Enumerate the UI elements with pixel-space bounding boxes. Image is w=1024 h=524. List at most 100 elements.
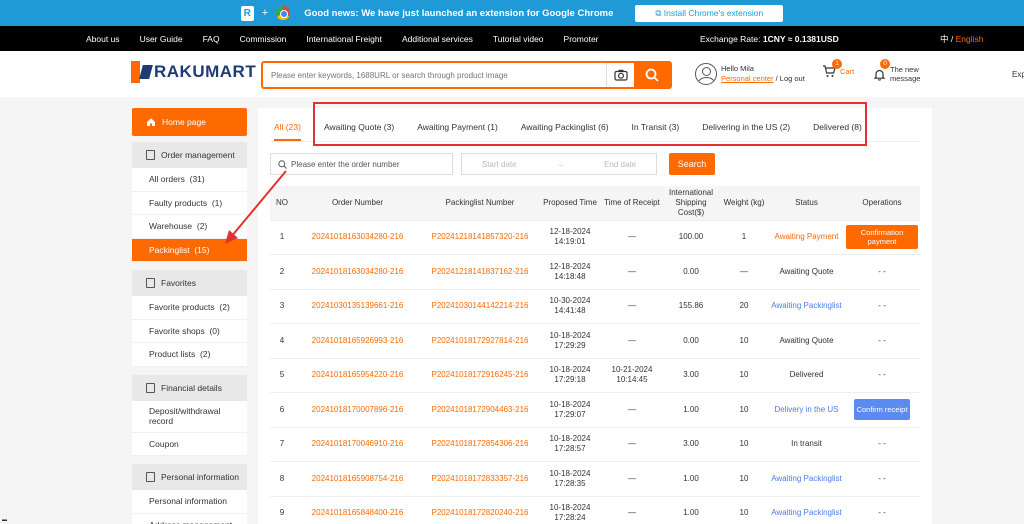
home-icon — [147, 118, 155, 126]
tab-awaiting-packinglist[interactable]: Awaiting Packinglist (6) — [521, 122, 609, 132]
sidebar-item-all-orders[interactable]: All orders (31) — [132, 168, 247, 192]
bell-icon — [873, 69, 886, 81]
tab-all[interactable]: All (23) — [274, 122, 301, 141]
order-number-link[interactable]: 20241018165908754-216 — [294, 461, 421, 497]
heart-icon — [146, 278, 155, 288]
order-number-link[interactable]: 20241018170046910-216 — [294, 427, 421, 462]
logout-link[interactable]: / Log out — [774, 74, 805, 83]
language-switch[interactable]: 中 / English — [940, 33, 984, 45]
sidebar-item-favorite-shops[interactable]: Favorite shops (0) — [132, 319, 247, 343]
operations-cell: - - — [844, 427, 920, 462]
no-operation: - - — [878, 473, 886, 483]
sidebar-section-order-management: Order management — [132, 142, 247, 168]
order-number-link[interactable]: 20241018165848400-216 — [294, 496, 421, 524]
sidebar-item-personal-information[interactable]: Personal information — [132, 490, 247, 514]
packinglist-number-link[interactable]: P20241018172854306-216 — [421, 427, 539, 462]
sidebar-item-address-management[interactable]: Address management — [132, 513, 247, 524]
cart-label: Cart — [840, 67, 855, 76]
nav-link-commission[interactable]: Commission — [240, 34, 287, 44]
packinglist-number-link[interactable]: P202412181418573​20-216 — [421, 220, 539, 255]
order-number-link[interactable]: 20241018163034280-216 — [294, 254, 421, 290]
order-number-link[interactable]: 202410181630342​80-216 — [294, 220, 421, 255]
sidebar-item-deposit-withdrawal-record[interactable]: Deposit/withdrawal record — [132, 400, 247, 433]
sidebar-home-button[interactable]: Home page — [132, 108, 247, 136]
packinglist-number-link[interactable]: P20241218141837162-216 — [421, 254, 539, 290]
order-number-link[interactable]: 20241018165926993-216 — [294, 323, 421, 359]
sidebar-section-favorites: Favorites — [132, 270, 247, 296]
install-extension-button[interactable]: ⧉ Install Chrome's extension — [635, 4, 784, 22]
date-range-picker[interactable]: Start date → End date — [461, 153, 657, 175]
packinglist-number-link[interactable]: P20241030144142214-216 — [421, 289, 539, 324]
nav-link-tutorial-video[interactable]: Tutorial video — [493, 34, 544, 44]
exp-link[interactable]: Exp — [1012, 70, 1024, 79]
exchange-rate-label: Exchange Rate: — [700, 33, 763, 44]
packinglist-number-link[interactable]: P20241018172916245-216 — [421, 358, 539, 393]
rakumart-logo-icon: R — [240, 5, 254, 21]
row-number: 7 — [270, 427, 294, 462]
row-number: 4 — [270, 323, 294, 359]
nav-link-additional-services[interactable]: Additional services — [402, 34, 473, 44]
operations-cell: - - — [844, 254, 920, 290]
nav-link-international-freight[interactable]: International Freight — [306, 34, 382, 44]
sidebar-item-product-lists[interactable]: Product lists (2) — [132, 343, 247, 367]
column-header: Time of Receipt — [601, 186, 663, 221]
lang-cn[interactable]: 中 — [940, 34, 949, 44]
lang-en[interactable]: English — [956, 34, 984, 44]
cart-link[interactable]: 1 Cart — [822, 59, 855, 78]
proposed-time: 10-30-2024 14:41:48 — [539, 289, 601, 324]
sidebar-item-favorite-products[interactable]: Favorite products (2) — [132, 296, 247, 320]
tab-awaiting-payment[interactable]: Awaiting Payment (1) — [417, 122, 498, 132]
nav-link-about-us[interactable]: About us — [86, 34, 120, 44]
packinglist-number-link[interactable]: P20241018172904463-216 — [421, 392, 539, 428]
row-number: 1 — [270, 220, 294, 255]
brand-logo[interactable]: RAKUMART — [131, 61, 256, 83]
sidebar-section-title: Favorites — [161, 278, 196, 288]
shipping-cost: 3.00 — [663, 358, 719, 393]
row-number: 8 — [270, 461, 294, 497]
order-number-link[interactable]: 20241018165954220-216 — [294, 358, 421, 393]
search-input[interactable] — [263, 63, 606, 87]
confirmation-payment-button[interactable]: Confirmation payment — [846, 225, 918, 250]
order-number-field[interactable]: Please enter the order number — [270, 153, 453, 175]
packinglist-number-link[interactable]: P20241018172820240-216 — [421, 496, 539, 524]
column-header: Proposed Time — [539, 186, 601, 221]
filter-search-button[interactable]: Search — [669, 153, 715, 175]
sidebar-section-title: Order management — [161, 150, 235, 160]
shipping-cost: 1.00 — [663, 496, 719, 524]
weight: 10 — [719, 392, 769, 428]
operations-cell: - - — [844, 461, 920, 497]
camera-icon[interactable] — [606, 63, 634, 87]
weight: 10 — [719, 323, 769, 359]
message-link[interactable]: 0 The new message — [873, 59, 920, 83]
chrome-icon — [276, 6, 291, 20]
start-date[interactable]: Start date — [482, 160, 517, 169]
status-text: Delivery in the US — [769, 392, 844, 428]
shipping-cost: 3.00 — [663, 427, 719, 462]
search-button[interactable] — [634, 63, 670, 87]
sidebar-item-faulty-products[interactable]: Faulty products (1) — [132, 191, 247, 215]
nav-link-faq[interactable]: FAQ — [203, 34, 220, 44]
lang-separator: / — [948, 33, 956, 44]
user-text: Hello Mila Personal center / Log out — [721, 64, 805, 84]
confirm-receipt-button[interactable]: Confirm receipt — [853, 399, 911, 421]
personal-center-link[interactable]: Personal center — [721, 74, 774, 83]
order-number-link[interactable]: 20241030135139661-216 — [294, 289, 421, 324]
nav-link-user-guide[interactable]: User Guide — [140, 34, 183, 44]
sidebar-item-packinglist[interactable]: Packinglist (15) — [132, 238, 247, 262]
packinglist-number-link[interactable]: P20241018172833357-216 — [421, 461, 539, 497]
table-row: 8 20241018165908754-216 P20241018172833357… — [270, 461, 920, 497]
user-avatar-icon[interactable] — [695, 63, 717, 85]
message-count-badge: 0 — [880, 59, 890, 69]
sidebar-item-warehouse[interactable]: Warehouse (2) — [132, 215, 247, 239]
end-date[interactable]: End date — [604, 160, 636, 169]
tab-delivering-in-the-us[interactable]: Delivering in the US (2) — [702, 122, 790, 132]
nav-link-promoter[interactable]: Promoter — [564, 34, 599, 44]
packinglist-number-link[interactable]: P20241018172927814-216 — [421, 323, 539, 359]
status-text: Awaiting Packinglist — [769, 496, 844, 524]
tab-delivered[interactable]: Delivered (8) — [813, 122, 862, 132]
order-number-link[interactable]: 20241018170007896-216 — [294, 392, 421, 428]
tab-in-transit[interactable]: In Transit (3) — [632, 122, 680, 132]
sidebar-item-coupon[interactable]: Coupon — [132, 432, 247, 456]
tab-awaiting-quote[interactable]: Awaiting Quote (3) — [324, 122, 394, 132]
tabs-divider — [270, 141, 920, 142]
